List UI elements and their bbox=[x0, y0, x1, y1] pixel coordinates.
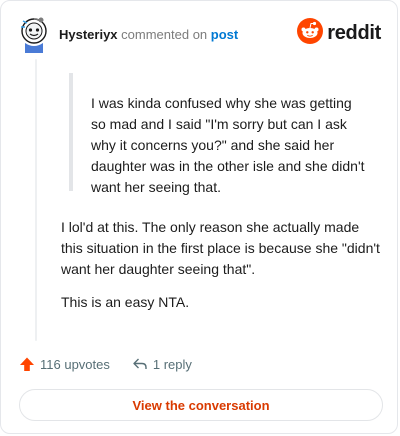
upvote-arrow-icon bbox=[19, 356, 35, 372]
reddit-logo-icon bbox=[297, 17, 324, 49]
upvote-button[interactable]: 116 upvotes bbox=[19, 356, 110, 372]
action-text: commented on bbox=[121, 27, 208, 42]
author-name[interactable]: Hysteriyx bbox=[59, 27, 118, 42]
thread-line bbox=[35, 59, 37, 341]
embedded-comment-card: Hysteriyx commented on post reddit I was… bbox=[0, 0, 398, 434]
author-line: Hysteriyx commented on post bbox=[59, 27, 238, 43]
snoo-avatar-icon[interactable] bbox=[17, 15, 51, 55]
quoted-text: I was kinda confused why she was getting… bbox=[69, 73, 369, 195]
reply-arrow-icon bbox=[132, 356, 148, 372]
view-conversation-button[interactable]: View the conversation bbox=[19, 389, 383, 421]
reply-button[interactable]: 1 reply bbox=[132, 356, 192, 372]
comment-paragraph: This is an easy NTA. bbox=[61, 294, 190, 310]
reply-count: 1 reply bbox=[152, 356, 192, 372]
comment-header: Hysteriyx commented on post reddit bbox=[17, 15, 383, 55]
comment-actions: 116 upvotes 1 reply bbox=[19, 355, 214, 373]
brand-wordmark: reddit bbox=[327, 21, 381, 44]
comment-body: I lol'd at this. The only reason she act… bbox=[61, 217, 383, 325]
comment-paragraph: I lol'd at this. The only reason she act… bbox=[61, 219, 380, 277]
upvote-count: 116 upvotes bbox=[40, 356, 110, 372]
post-link[interactable]: post bbox=[211, 27, 238, 42]
reddit-brand[interactable]: reddit bbox=[297, 17, 381, 49]
